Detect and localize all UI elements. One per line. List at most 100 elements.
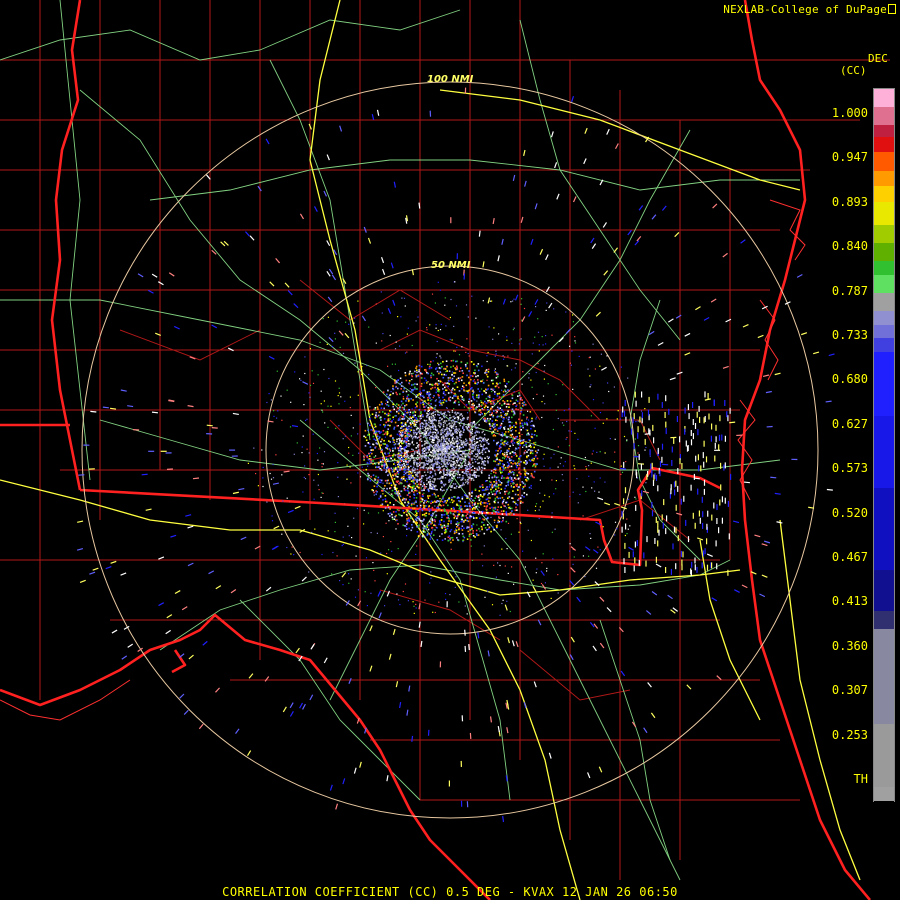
radar-echo [497,463,500,465]
radar-echo [475,375,477,378]
radar-echo [483,390,485,392]
radar-echo [452,440,455,442]
radar-echo [417,375,420,377]
radar-echo [455,523,458,525]
radar-echo [363,509,365,511]
radar-echo [399,416,401,418]
radar-echo [444,428,446,431]
radar-echo [448,453,450,455]
radar-echo [372,562,374,564]
radar-echo [439,535,441,537]
radar-echo [489,484,491,486]
radar-echo [425,368,427,371]
radar-echo [477,438,479,440]
radar-echo [382,459,384,461]
radar-echo [322,492,324,494]
radar-echo [406,480,408,483]
radar-echo [439,399,442,402]
radar-echo [496,383,499,386]
radar-echo [458,422,461,425]
radar-echo [408,485,411,488]
radar-echo [308,452,310,454]
radar-echo [449,471,451,474]
radar-echo [613,386,615,388]
radar-echo [469,443,472,445]
radar-echo [448,469,450,472]
radar-echo [461,508,463,510]
radar-echo [513,477,516,479]
radar-echo [531,436,533,438]
radar-echo [391,495,394,497]
radar-echo [308,571,310,573]
radar-echo [496,496,498,498]
radar-echo [387,389,389,392]
radar-echo [412,460,415,462]
radar-echo [544,494,546,496]
radar-echo [490,388,492,390]
radar-echo [454,462,456,464]
radar-echo [476,467,478,470]
radar-echo [483,518,485,521]
radar-echo [445,435,448,438]
radar-echo [470,406,473,408]
radar-echo [486,360,488,363]
radar-echo [465,390,467,392]
radar-echo [389,506,392,508]
radar-echo [389,515,391,517]
radar-echo [569,345,571,347]
radar-echo [394,363,396,365]
radar-echo [352,454,354,456]
radar-echo [470,432,472,434]
radar-echo [438,414,440,416]
radar-echo [375,387,377,389]
radar-echo [380,291,382,293]
radar-echo [521,433,523,436]
radar-echo [461,346,463,348]
radar-echo [459,461,462,464]
radar-echo [432,428,435,430]
radar-echo [423,536,426,538]
radar-echo [507,443,509,446]
radar-echo [387,506,390,509]
radar-echo [444,411,446,414]
radar-echo [522,441,524,444]
radar-echo [444,538,446,540]
radar-echo [456,442,458,445]
radar-echo [445,525,447,528]
radar-echo [503,454,505,456]
radar-echo [483,489,485,491]
radar-echo [456,517,458,520]
radar-echo [445,441,448,443]
radar-echo [415,490,418,492]
radar-echo [448,399,450,401]
radar-echo [448,411,451,414]
radar-echo [309,396,311,398]
radar-echo [472,523,475,526]
radar-echo [376,439,378,441]
radar-echo [511,497,513,499]
radar-echo [518,437,521,440]
radar-echo [449,594,451,596]
radar-echo [637,420,639,422]
radar-echo [398,509,400,512]
radar-echo [357,433,359,435]
radar-echo [352,427,354,429]
radar-echo [454,496,456,498]
radar-echo [470,479,473,481]
radar-echo [368,373,370,376]
radar-echo [416,451,418,453]
radar-echo [398,369,400,372]
radar-echo [338,403,340,405]
radar-echo [494,368,496,370]
radar-echo [468,456,470,459]
radar-echo [460,466,462,468]
radar-echo [448,440,451,442]
radar-echo [397,471,400,474]
radar-echo [485,402,488,404]
radar-echo [483,524,486,526]
radar-echo [515,506,517,509]
radar-echo [346,478,348,480]
radar-echo [442,432,444,434]
radar-echo [416,442,418,444]
radar-echo [484,371,487,374]
